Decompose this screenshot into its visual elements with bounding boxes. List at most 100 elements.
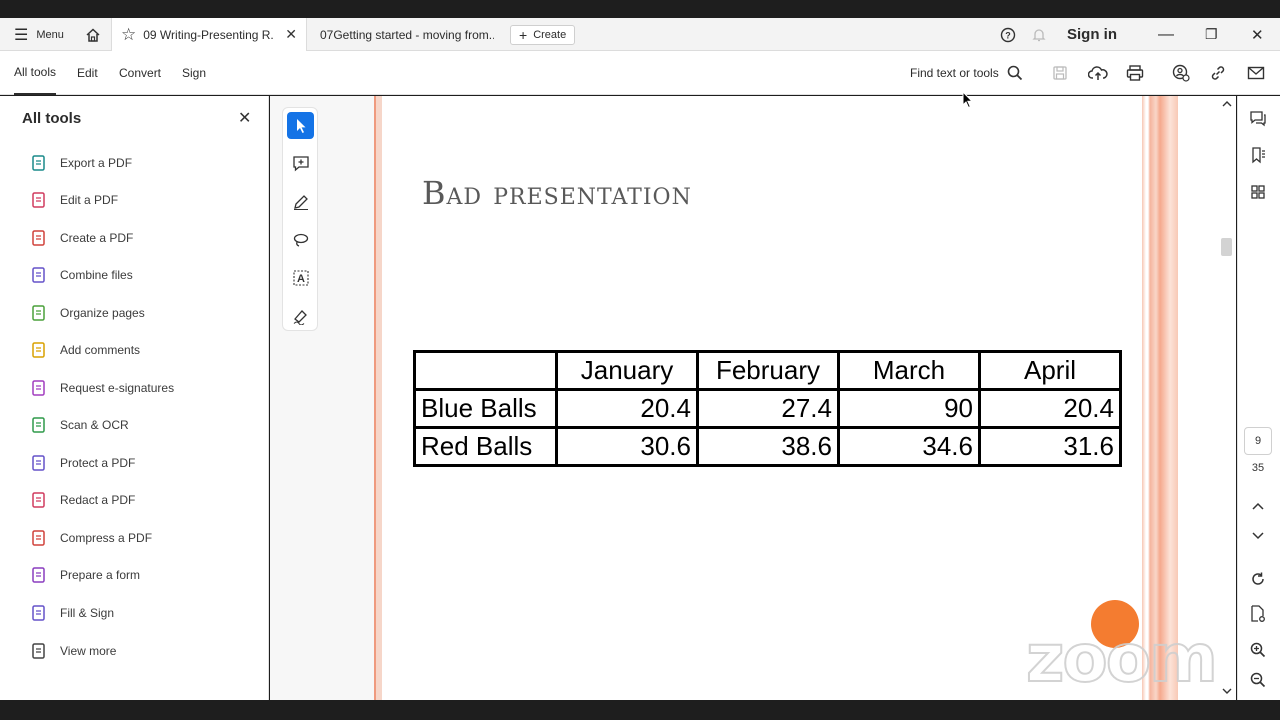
zoom-watermark: zoom [1025, 619, 1219, 698]
value-cell: 27.4 [696, 388, 840, 429]
plus-icon: + [519, 27, 528, 43]
scrollbar-thumb[interactable] [1221, 238, 1232, 256]
tool-item[interactable]: Prepare a form [30, 563, 140, 587]
comments-panel-button[interactable] [1246, 106, 1270, 130]
tool-item[interactable]: Edit a PDF [30, 188, 118, 212]
right-rail [1237, 96, 1280, 700]
minimize-button[interactable]: — [1158, 18, 1174, 51]
tool-item-label: Scan & OCR [60, 418, 129, 432]
create-button[interactable]: + Create [510, 25, 576, 45]
value-cell: 20.4 [978, 388, 1122, 429]
tool-item[interactable]: View more [30, 639, 116, 663]
close-panel-button[interactable]: ✕ [238, 108, 251, 128]
tool-item[interactable]: Protect a PDF [30, 451, 135, 475]
scroll-down-icon[interactable] [1222, 687, 1232, 695]
search-icon [1007, 65, 1022, 81]
close-window-button[interactable]: ✕ [1251, 18, 1264, 51]
tool-item[interactable]: Compress a PDF [30, 526, 152, 550]
tool-item[interactable]: Scan & OCR [30, 413, 129, 437]
next-page-button[interactable] [1246, 524, 1270, 548]
combine-files-icon [30, 266, 48, 284]
value-cell: 38.6 [696, 426, 840, 467]
edit-pdf-icon [30, 191, 48, 209]
tab-sign[interactable]: Sign [182, 51, 206, 95]
vertical-scrollbar[interactable] [1218, 96, 1236, 700]
notifications-button[interactable] [1027, 23, 1051, 47]
scroll-up-icon[interactable] [1222, 100, 1232, 108]
tool-item[interactable]: Export a PDF [30, 151, 132, 175]
find-label: Find text or tools [910, 66, 999, 80]
sign-in-button[interactable]: Sign in [1067, 18, 1117, 51]
print-button[interactable] [1123, 61, 1147, 85]
bottom-bar [0, 700, 1280, 720]
menu-label: Menu [36, 28, 64, 41]
tab-document-1[interactable]: ☆ 09 Writing-Presenting R... ✕ [121, 18, 297, 51]
zoom-out-icon [1250, 672, 1266, 688]
document-gear-icon [1251, 605, 1265, 622]
lasso-tool-button[interactable] [287, 226, 314, 253]
home-button[interactable] [84, 18, 102, 51]
tool-item[interactable]: Request e-signatures [30, 376, 174, 400]
page-settings-button[interactable] [1246, 602, 1270, 626]
email-button[interactable] [1244, 61, 1268, 85]
tool-item-label: Export a PDF [60, 156, 133, 170]
menu-button[interactable]: ☰ Menu [14, 18, 64, 51]
comments-icon [1250, 111, 1266, 127]
share-people-button[interactable] [1169, 61, 1193, 85]
previous-page-button[interactable] [1246, 494, 1270, 518]
tool-item[interactable]: Combine files [30, 263, 133, 287]
restore-button[interactable]: ❐ [1205, 18, 1218, 51]
copy-link-button[interactable] [1206, 61, 1230, 85]
tool-item[interactable]: Add comments [30, 338, 140, 362]
draw-tool-button[interactable] [287, 188, 314, 215]
tab-convert[interactable]: Convert [119, 51, 161, 95]
save-icon [1053, 66, 1067, 80]
tab-label: 07Getting started - moving from... [320, 27, 494, 42]
close-tab-icon[interactable]: ✕ [285, 26, 297, 43]
tool-item-label: Protect a PDF [60, 456, 136, 470]
text-tool-button[interactable]: A [287, 264, 314, 291]
scan-ocr-icon [30, 416, 48, 434]
page-right-edge [1142, 96, 1178, 700]
thumbnails-panel-button[interactable] [1246, 180, 1270, 204]
rotate-button[interactable] [1246, 567, 1270, 591]
tool-item[interactable]: Create a PDF [30, 226, 133, 250]
svg-text:A: A [297, 273, 305, 285]
title-bar: ☰ Menu ☆ 09 Writing-Presenting R... ✕ 07… [0, 18, 1280, 51]
table-header-cell: February [696, 350, 840, 391]
add-comment-tool-button[interactable] [287, 150, 314, 177]
select-tool-button[interactable] [287, 112, 314, 139]
tool-item-label: Organize pages [60, 306, 145, 320]
page-left-edge [374, 96, 382, 700]
pen-icon [293, 194, 308, 210]
tool-item-label: View more [60, 644, 117, 658]
bell-icon [1032, 29, 1046, 42]
tool-item[interactable]: Organize pages [30, 301, 145, 325]
sign-tool-button[interactable] [287, 302, 314, 329]
current-page-input[interactable]: 9 [1244, 427, 1272, 455]
upload-cloud-button[interactable] [1086, 61, 1110, 85]
save-button[interactable] [1048, 61, 1072, 85]
tab-document-2[interactable]: 07Getting started - moving from... [320, 18, 494, 51]
tool-item-label: Combine files [60, 268, 133, 282]
bookmarks-panel-button[interactable] [1246, 143, 1270, 167]
restore-icon: ❐ [1205, 26, 1218, 42]
find-text-button[interactable]: Find text or tools [910, 51, 1023, 95]
tab-edit[interactable]: Edit [77, 51, 98, 95]
help-button[interactable]: ? [996, 23, 1020, 47]
grid-icon [1251, 185, 1265, 199]
table-header-cell: April [978, 350, 1122, 391]
value-cell: 20.4 [555, 388, 699, 429]
chevron-down-icon [1252, 532, 1264, 540]
tab-all-tools[interactable]: All tools [14, 51, 57, 95]
tool-item[interactable]: Redact a PDF [30, 488, 135, 512]
link-icon [1211, 66, 1225, 80]
zoom-out-button[interactable] [1246, 668, 1270, 692]
prepare-form-icon [30, 566, 48, 584]
zoom-in-button[interactable] [1246, 638, 1270, 662]
data-table: January February March April Blue Balls 20.4 2… [413, 350, 1122, 467]
signature-pen-icon [293, 309, 307, 325]
share-user-icon [1172, 64, 1190, 82]
tool-item[interactable]: Fill & Sign [30, 601, 114, 625]
star-icon: ☆ [121, 24, 137, 44]
